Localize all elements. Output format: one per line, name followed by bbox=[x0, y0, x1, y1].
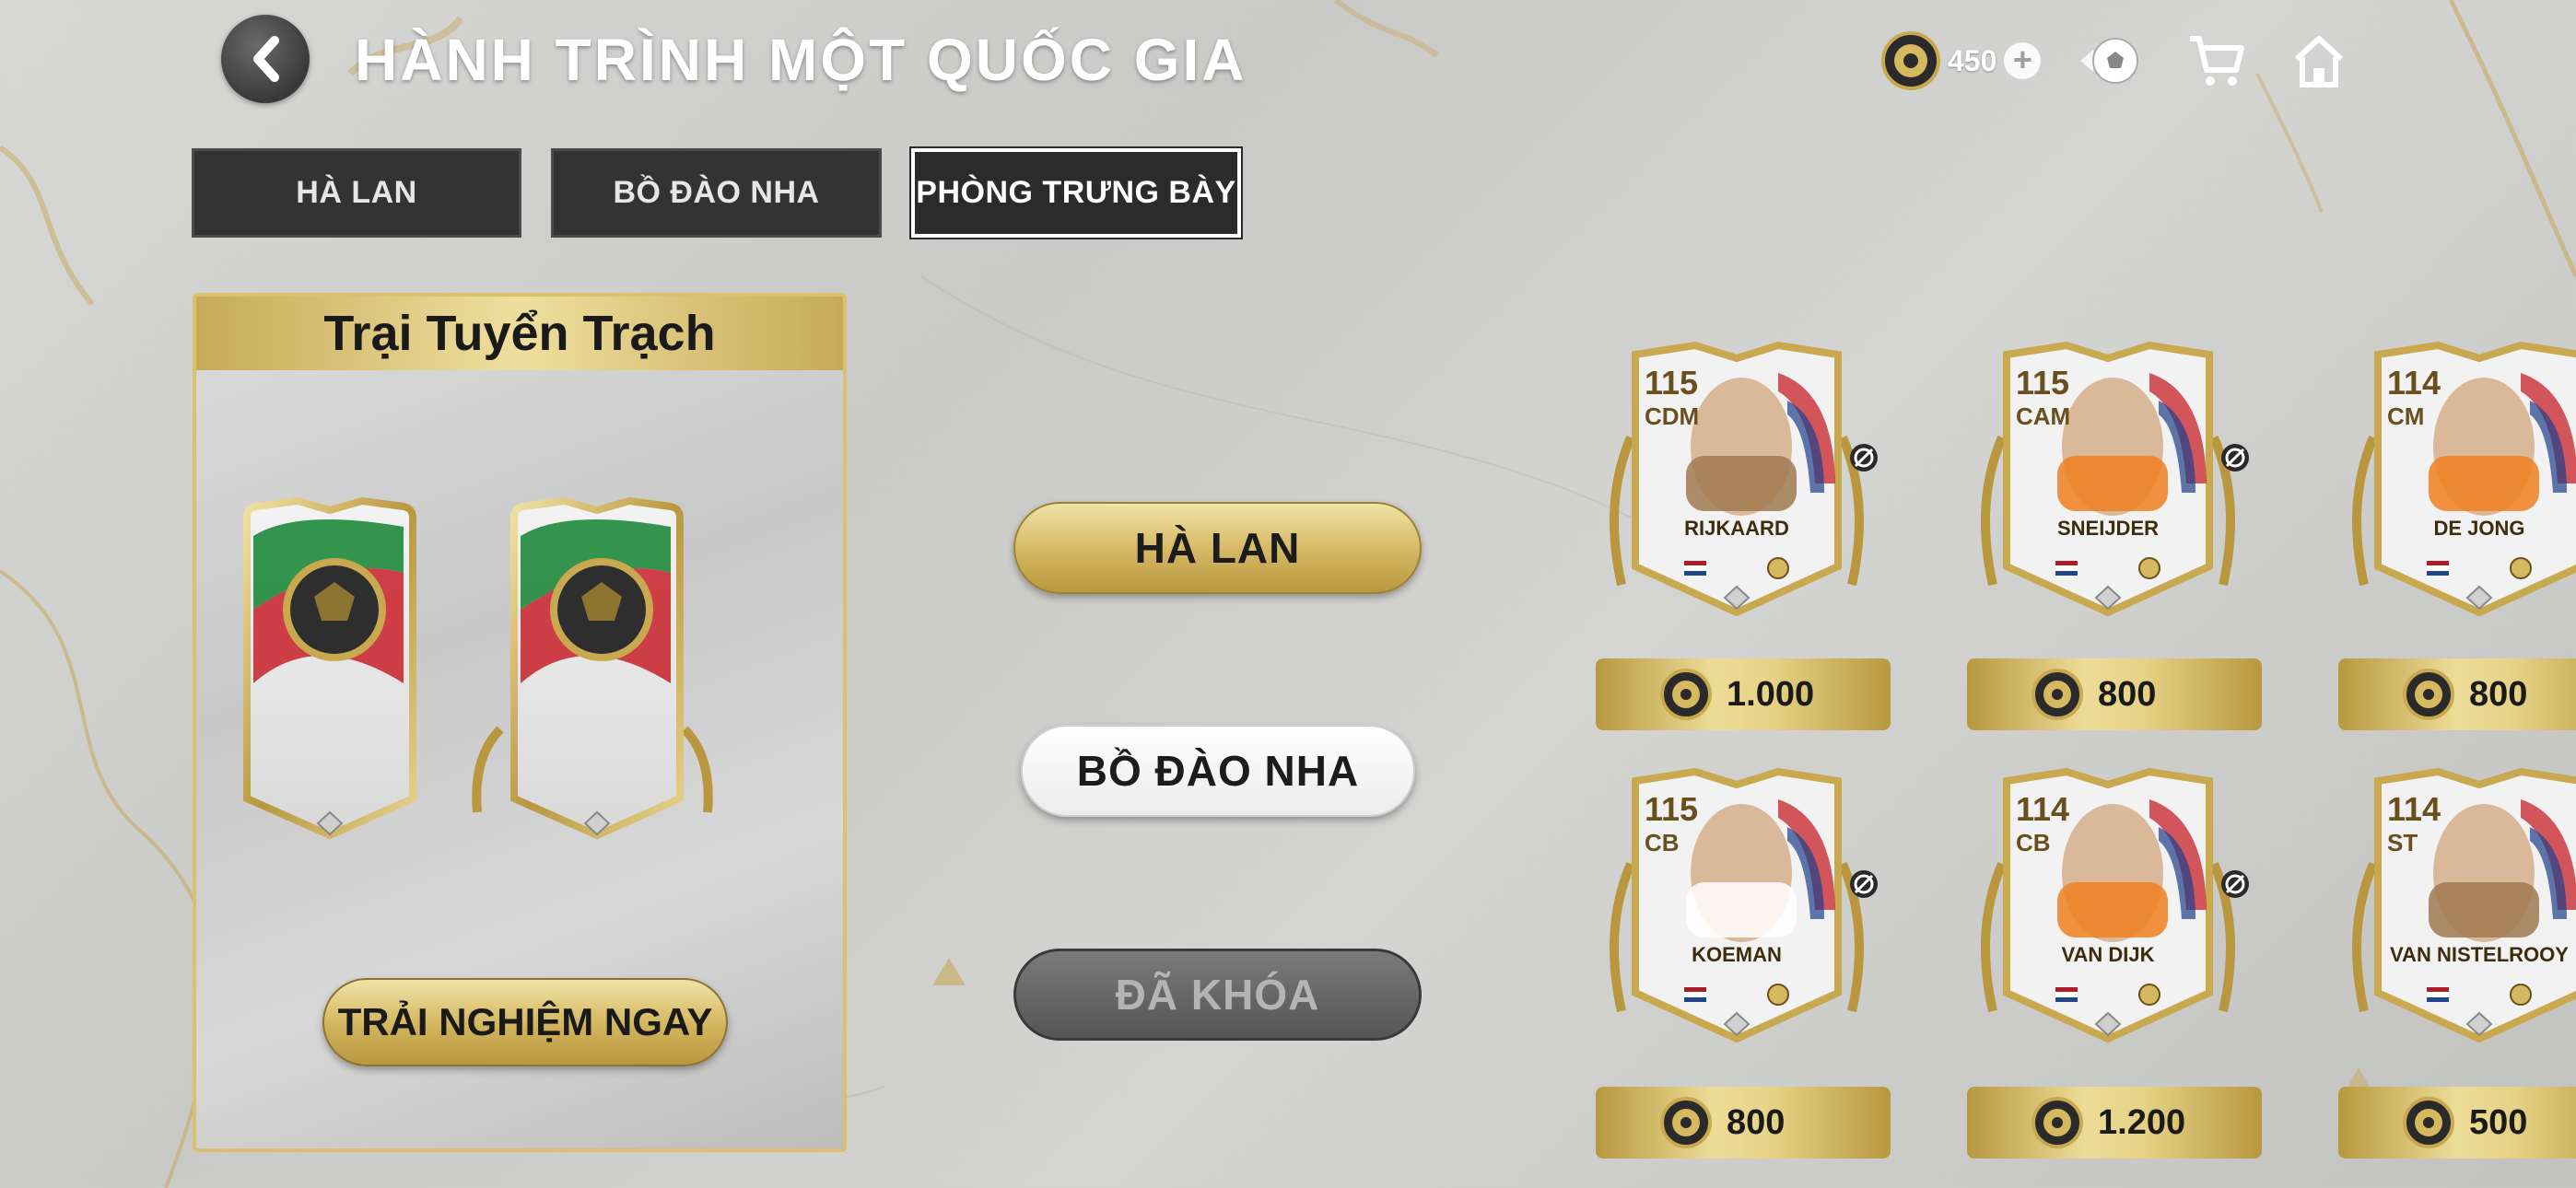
tab-gallery[interactable]: PHÒNG TRƯNG BÀY bbox=[911, 148, 1241, 238]
player-card[interactable]: 115 CB KOEMAN bbox=[1603, 763, 1878, 1048]
price-amount: 1.200 bbox=[2098, 1102, 2186, 1142]
price-amount: 500 bbox=[2469, 1102, 2528, 1142]
coin-icon bbox=[2032, 669, 2083, 720]
player-name: DE JONG bbox=[2433, 517, 2525, 540]
untradable-icon bbox=[2221, 870, 2249, 898]
player-card[interactable]: 114 ST VAN NISTELROOY bbox=[2346, 763, 2576, 1048]
player-name: VAN NISTELROOY bbox=[2390, 943, 2569, 966]
coin-icon bbox=[1660, 669, 1712, 720]
back-button[interactable] bbox=[221, 15, 310, 103]
player-rating: 114 bbox=[2387, 364, 2441, 402]
price-button[interactable]: 1.200 bbox=[1967, 1087, 2262, 1159]
price-button[interactable]: 800 bbox=[1596, 1087, 1891, 1159]
player-rating: 115 bbox=[1645, 790, 1699, 828]
football-icon bbox=[2080, 38, 2138, 84]
home-icon bbox=[2294, 36, 2344, 87]
home-button[interactable] bbox=[2287, 31, 2351, 90]
coin-icon bbox=[2032, 1097, 2083, 1148]
player-card[interactable]: 114 CM DE JONG bbox=[2346, 336, 2576, 622]
card-frame bbox=[2352, 341, 2576, 617]
player-rating: 114 bbox=[2387, 790, 2441, 828]
try-now-button[interactable]: TRẢI NGHIỆM NGAY bbox=[322, 978, 728, 1066]
player-rating: 115 bbox=[2016, 364, 2070, 402]
player-name: VAN DIJK bbox=[2061, 943, 2155, 966]
player-card[interactable]: 115 CAM SNEIJDER bbox=[1974, 336, 2249, 622]
player-card[interactable]: 115 CDM RIJKAARD bbox=[1603, 336, 1878, 622]
coin-amount: 450 bbox=[1948, 43, 1997, 77]
scout-camp-panel: Trại Tuyển Trạch TRẢI NGHIỆM NGAY bbox=[193, 293, 847, 1152]
player-name: RIJKAARD bbox=[1684, 517, 1789, 540]
player-position: CB bbox=[1645, 829, 1680, 856]
price-button[interactable]: 500 bbox=[2338, 1087, 2576, 1159]
plus-icon: + bbox=[2012, 41, 2032, 78]
tab-portugal[interactable]: BỒ ĐÀO NHA bbox=[551, 148, 882, 238]
cart-icon bbox=[2190, 36, 2244, 86]
price-amount: 800 bbox=[2098, 674, 2157, 714]
player-position: CB bbox=[2016, 829, 2051, 856]
nation-portugal-button[interactable]: BỒ ĐÀO NHA bbox=[1021, 725, 1415, 817]
untradable-icon bbox=[2221, 444, 2249, 472]
untradable-icon bbox=[1850, 870, 1878, 898]
coin-balance: 450 + bbox=[1881, 31, 2042, 90]
price-button[interactable]: 1.000 bbox=[1596, 658, 1891, 730]
player-rating: 114 bbox=[2016, 790, 2070, 828]
football-button[interactable] bbox=[2075, 31, 2139, 90]
page-title: HÀNH TRÌNH MỘT QUỐC GIA bbox=[355, 27, 1247, 93]
price-button[interactable]: 800 bbox=[1967, 658, 2262, 730]
player-position: CDM bbox=[1645, 402, 1700, 430]
player-position: CM bbox=[2387, 402, 2425, 430]
untradable-icon bbox=[1850, 444, 1878, 472]
price-amount: 800 bbox=[1727, 1102, 1786, 1142]
player-name: SNEIJDER bbox=[2056, 517, 2160, 540]
card-frame bbox=[1981, 767, 2235, 1043]
card-frame bbox=[1981, 341, 2235, 617]
nation-netherlands-button[interactable]: HÀ LAN bbox=[1013, 502, 1422, 594]
add-coins-button[interactable]: + bbox=[2004, 41, 2042, 79]
player-position: ST bbox=[2387, 829, 2418, 856]
player-name: KOEMAN bbox=[1692, 943, 1782, 966]
price-button[interactable]: 800 bbox=[2338, 658, 2576, 730]
mystery-card-2 bbox=[472, 496, 713, 840]
coin-icon bbox=[1881, 31, 1940, 90]
card-frame bbox=[1610, 341, 1864, 617]
coin-icon bbox=[1660, 1097, 1712, 1148]
player-position: CAM bbox=[2016, 402, 2071, 430]
cart-button[interactable] bbox=[2184, 31, 2248, 90]
price-amount: 1.000 bbox=[1727, 674, 1815, 714]
player-rating: 115 bbox=[1645, 364, 1699, 402]
nation-locked-button: ĐÃ KHÓA bbox=[1013, 949, 1422, 1041]
back-icon bbox=[253, 36, 279, 82]
card-frame bbox=[1610, 767, 1864, 1043]
card-frame bbox=[2352, 767, 2576, 1043]
coin-icon bbox=[2403, 1097, 2454, 1148]
price-amount: 800 bbox=[2469, 674, 2528, 714]
mystery-card-1 bbox=[243, 496, 416, 840]
tab-netherlands[interactable]: HÀ LAN bbox=[192, 148, 521, 238]
player-card[interactable]: 114 CB VAN DIJK bbox=[1974, 763, 2249, 1048]
coin-icon bbox=[2403, 669, 2454, 720]
